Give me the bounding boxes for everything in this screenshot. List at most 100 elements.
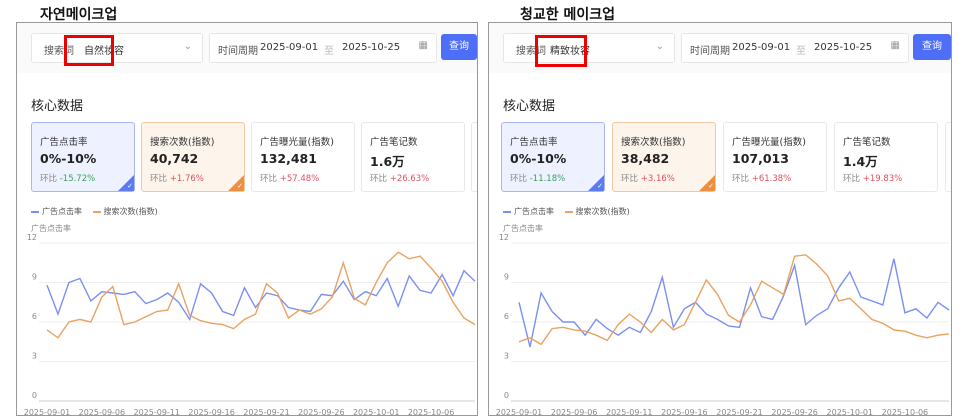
chevron-down-icon: ⌄: [655, 41, 664, 52]
series-line-search: [46, 251, 476, 339]
search-select[interactable]: 搜索词 精致妆容 ⌄: [503, 33, 675, 63]
metric-card-ctr[interactable]: 广告点击率 0%-10% 环比 -11.18% ✓: [501, 122, 605, 192]
y-tick-label: 0: [504, 391, 509, 400]
x-tick-label: 2025-10-01: [353, 408, 400, 416]
metric-card-exposure[interactable]: 广告曝光量(指数) 107,013 环比 +61.38%: [723, 122, 827, 192]
legend-item-ctr[interactable]: 广告点击率: [31, 206, 82, 217]
date-separator: 至: [324, 46, 334, 57]
card-title: 搜索次数(指数): [150, 137, 215, 148]
metric-card-overflow[interactable]: [945, 122, 951, 192]
legend-item-search[interactable]: 搜索次数(指数): [564, 206, 630, 217]
trend-line-chart: 0 3 6 9 12 2025-09-01 2025-09-06 2025-09-11 2025…: [24, 233, 476, 416]
y-tick-label: 9: [504, 273, 509, 282]
card-title: 搜索次数(指数): [621, 137, 686, 148]
x-tick-label: 2025-09-11: [606, 408, 653, 416]
card-title: 广告笔记数: [370, 137, 418, 148]
card-delta: 环比 +19.83%: [843, 174, 903, 184]
date-start[interactable]: 2025-09-01: [732, 42, 790, 53]
series-line-ctr: [518, 258, 950, 348]
date-start[interactable]: 2025-09-01: [260, 42, 318, 53]
y-tick-label: 6: [32, 312, 37, 321]
trend-line-chart: 0 3 6 9 12 2025-09-01 2025-09-06 2025-09-11 2025…: [496, 233, 950, 416]
x-tick-label: 2025-09-21: [716, 408, 763, 416]
highlight-box: [535, 35, 587, 67]
query-button[interactable]: 查询: [913, 34, 951, 60]
period-label: 时间周期: [690, 46, 730, 57]
x-tick-label: 2025-09-21: [243, 408, 290, 416]
card-value: 1.4万: [843, 154, 878, 169]
x-tick-label: 2025-09-01: [24, 408, 71, 416]
y-tick-label: 9: [32, 273, 37, 282]
metric-card-search[interactable]: 搜索次数(指数) 40,742 环比 +1.76% ✓: [141, 122, 245, 192]
y-tick-label: 3: [32, 352, 37, 361]
card-value: 40,742: [150, 151, 199, 166]
date-range-picker[interactable]: 时间周期 2025-09-01 至 2025-10-25 ▦: [209, 33, 437, 63]
x-tick-label: 2025-09-01: [496, 408, 543, 416]
search-select[interactable]: 搜索词 自然妆容 ⌄: [31, 33, 203, 63]
x-tick-label: 2025-09-26: [771, 408, 818, 416]
x-tick-label: 2025-09-16: [661, 408, 708, 416]
calendar-icon: ▦: [418, 40, 428, 51]
card-title: 广告曝光量(指数): [732, 137, 806, 148]
chart-legend: 广告点击率 搜索次数(指数): [31, 206, 166, 217]
check-icon: ✓: [597, 182, 603, 190]
chart-legend: 广告点击率 搜索次数(指数): [503, 206, 638, 217]
x-tick-label: 2025-09-06: [551, 408, 598, 416]
metric-card-notes[interactable]: 广告笔记数 1.6万 环比 +26.63%: [361, 122, 465, 192]
date-end[interactable]: 2025-10-25: [342, 42, 400, 53]
date-range-picker[interactable]: 时间周期 2025-09-01 至 2025-10-25 ▦: [681, 33, 909, 63]
card-value: 107,013: [732, 151, 789, 166]
card-value: 38,482: [621, 151, 670, 166]
y-tick-label: 0: [32, 391, 37, 400]
card-title: 广告曝光量(指数): [260, 137, 334, 148]
core-data-section: 核心数据 广告点击率 0%-10% 环比 -15.72% ✓ 搜索次数(指数) …: [17, 73, 477, 415]
metric-card-exposure[interactable]: 广告曝光量(指数) 132,481 环比 +57.48%: [251, 122, 355, 192]
card-delta: 环比 +3.16%: [621, 174, 675, 184]
section-title: 核心数据: [31, 99, 84, 114]
legend-item-ctr[interactable]: 广告点击率: [503, 206, 554, 217]
metric-card-overflow[interactable]: [471, 122, 477, 192]
y-tick-label: 6: [504, 312, 509, 321]
card-delta: 环比 +26.63%: [370, 174, 430, 184]
check-icon: ✓: [237, 182, 243, 190]
card-delta: 环比 -11.18%: [510, 174, 566, 184]
card-delta: 环比 +1.76%: [150, 174, 204, 184]
card-value: 132,481: [260, 151, 317, 166]
card-delta: 环比 -15.72%: [40, 174, 96, 184]
y-tick-label: 12: [499, 233, 509, 242]
card-value: 0%-10%: [40, 151, 97, 166]
legend-item-search[interactable]: 搜索次数(指数): [92, 206, 158, 217]
panel-left: 搜索词 自然妆容 ⌄ 时间周期 2025-09-01 至 2025-10-25 …: [16, 22, 478, 416]
period-label: 时间周期: [218, 46, 258, 57]
check-icon: ✓: [708, 182, 714, 190]
card-title: 广告点击率: [510, 137, 558, 148]
series-line-ctr: [46, 269, 476, 322]
card-delta: 环比 +57.48%: [260, 174, 320, 184]
metric-card-search[interactable]: 搜索次数(指数) 38,482 环比 +3.16% ✓: [612, 122, 716, 192]
panel-right: 搜索词 精致妆容 ⌄ 时间周期 2025-09-01 至 2025-10-25 …: [488, 22, 952, 416]
highlight-box: [64, 35, 114, 66]
x-tick-label: 2025-09-26: [298, 408, 345, 416]
panel-heading-right: 청교한 메이크업: [520, 7, 616, 23]
section-title: 核心数据: [503, 99, 556, 114]
chevron-down-icon: ⌄: [183, 41, 192, 52]
query-button[interactable]: 查询: [441, 34, 477, 60]
card-title: 广告笔记数: [843, 137, 891, 148]
x-tick-label: 2025-10-06: [408, 408, 455, 416]
core-data-section: 核心数据 广告点击率 0%-10% 环比 -11.18% ✓ 搜索次数(指数) …: [489, 73, 951, 415]
metric-card-notes[interactable]: 广告笔记数 1.4万 环比 +19.83%: [834, 122, 938, 192]
x-tick-label: 2025-09-06: [79, 408, 126, 416]
x-tick-label: 2025-09-11: [133, 408, 180, 416]
card-title: 广告点击率: [40, 137, 88, 148]
x-tick-label: 2025-10-01: [827, 408, 874, 416]
panel-heading-left: 자연메이크업: [40, 7, 118, 23]
check-icon: ✓: [127, 182, 133, 190]
y-tick-label: 3: [504, 352, 509, 361]
date-separator: 至: [796, 46, 806, 57]
date-end[interactable]: 2025-10-25: [814, 42, 872, 53]
card-delta: 环比 +61.38%: [732, 174, 792, 184]
calendar-icon: ▦: [890, 40, 900, 51]
card-value: 1.6万: [370, 154, 405, 169]
y-tick-label: 12: [27, 233, 37, 242]
metric-card-ctr[interactable]: 广告点击率 0%-10% 环比 -15.72% ✓: [31, 122, 135, 192]
